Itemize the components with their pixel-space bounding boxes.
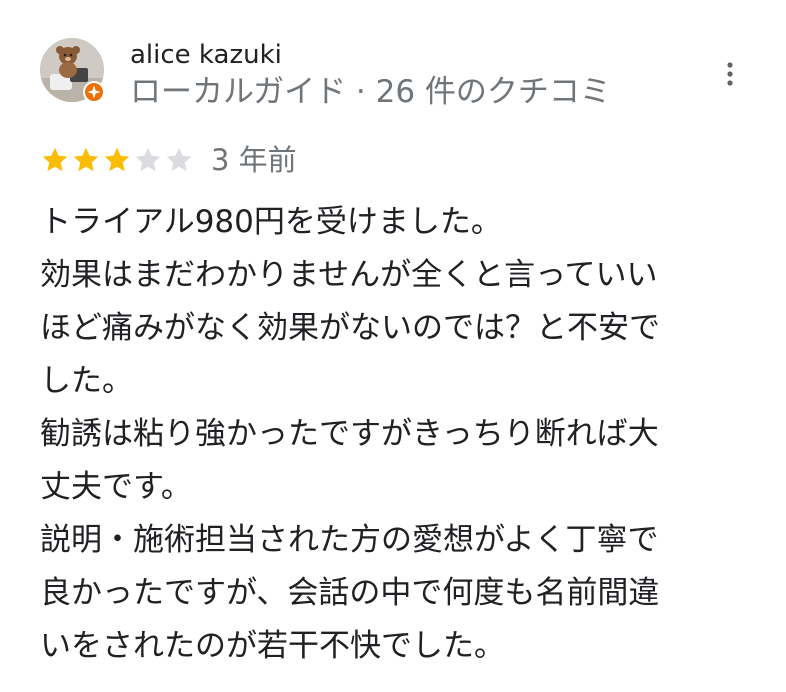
review-text-line: 丈夫です。: [40, 469, 192, 505]
more-options-button[interactable]: [712, 56, 748, 92]
review-text-line: 説明・施術担当された方の愛想がよく丁寧で: [40, 522, 659, 558]
review-text-line: いをされたのが若干不快でした。: [40, 628, 505, 664]
star-rating: [40, 145, 194, 175]
reviewer-avatar-container[interactable]: [40, 38, 106, 104]
review-text: トライアル980円を受けました。効果はまだわかりませんが全くと言っていい ほど痛み…: [40, 196, 760, 673]
review-date: 3 年前: [211, 143, 297, 177]
review-text-line: 効果はまだわかりませんが全くと言っていい: [40, 257, 658, 293]
review-text-line: 良かったですが、会話の中で何度も名前間違: [40, 575, 660, 611]
star-empty-icon: [135, 147, 161, 172]
review-text-line: トライアル980円を受けました。: [40, 204, 502, 240]
rating-row: 3 年前: [40, 143, 297, 177]
local-guide-badge-icon: [82, 80, 106, 104]
star-filled-icon: [73, 147, 99, 172]
reviewer-name[interactable]: alice kazuki: [130, 38, 282, 72]
review-card: alice kazuki ローカルガイド · 26 件のクチコミ 3 年前 トラ…: [0, 0, 786, 692]
review-text-line: 勧誘は粘り強かったですがきっちり断れば大: [40, 416, 659, 452]
review-text-line: ほど痛みがなく効果がないのでは？と不安で: [40, 310, 660, 346]
star-empty-icon: [166, 147, 192, 172]
star-filled-icon: [42, 147, 68, 172]
reviewer-meta[interactable]: ローカルガイド · 26 件のクチコミ: [130, 72, 611, 112]
star-filled-icon: [104, 147, 130, 172]
review-text-line: した。: [40, 363, 133, 399]
more-vert-icon: [727, 62, 733, 86]
